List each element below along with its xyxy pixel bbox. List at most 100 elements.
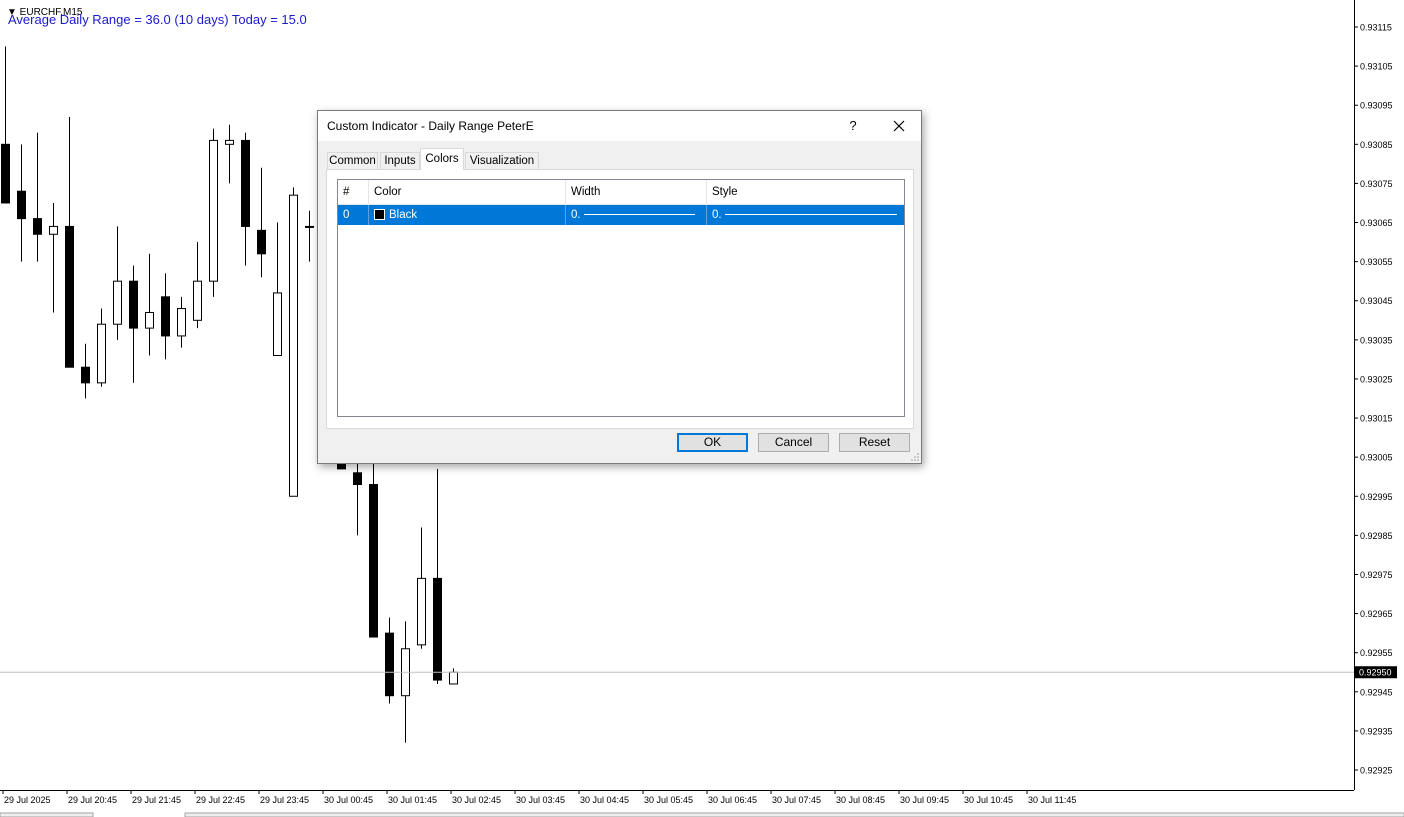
width-cell[interactable]: 0. <box>566 205 707 225</box>
price-tick-label: 0.92925 <box>1360 766 1393 776</box>
time-tick-label: 30 Jul 08:45 <box>836 795 885 805</box>
time-tick-label: 30 Jul 11:45 <box>1028 795 1076 805</box>
width-value: 0. <box>571 209 581 221</box>
time-tick-label: 29 Jul 20:45 <box>68 795 117 805</box>
candle-body-bear <box>369 484 378 638</box>
style-line-sample <box>725 214 897 215</box>
price-tick-label: 0.93015 <box>1360 414 1393 424</box>
candle-body-bull <box>305 225 314 228</box>
price-tick-label: 0.93075 <box>1360 179 1393 189</box>
price-tick-label: 0.93085 <box>1360 140 1393 150</box>
column-header-width[interactable]: Width <box>566 180 707 204</box>
width-line-sample <box>584 214 695 215</box>
dialog-title: Custom Indicator - Daily Range PeterE <box>327 119 534 133</box>
price-tick-label: 0.93035 <box>1360 335 1393 345</box>
candle-body-bull <box>273 292 282 356</box>
style-cell[interactable]: 0. <box>707 205 904 225</box>
price-tick-label: 0.93025 <box>1360 374 1393 384</box>
grid-header: # Color Width Style <box>338 180 904 205</box>
candle-body-bear <box>161 296 170 337</box>
time-tick-label: 30 Jul 06:45 <box>708 795 757 805</box>
candle-body-bear <box>1 143 10 204</box>
bottom-tab-strip[interactable] <box>0 812 94 817</box>
ok-button[interactable]: OK <box>677 433 748 452</box>
time-tick-label: 29 Jul 2025 <box>4 795 51 805</box>
time-tick-label: 30 Jul 10:45 <box>964 795 1013 805</box>
color-name: Black <box>389 209 418 221</box>
price-tick-label: 0.92985 <box>1360 531 1393 541</box>
resize-grip-icon[interactable] <box>911 453 919 461</box>
candle-body-bear <box>33 218 42 235</box>
column-header-style[interactable]: Style <box>707 180 904 204</box>
close-icon <box>893 120 905 132</box>
price-tick-label: 0.92995 <box>1360 492 1393 502</box>
candle-body-bull <box>49 225 58 235</box>
price-tick-label: 0.93105 <box>1360 62 1393 72</box>
price-tick-label: 0.92945 <box>1360 687 1393 697</box>
time-tick-label: 30 Jul 01:45 <box>388 795 437 805</box>
price-tick-label: 0.92935 <box>1360 726 1393 736</box>
candle-body-bear <box>433 577 442 681</box>
candle-body-bull <box>417 577 426 646</box>
candle-body-bull <box>145 311 154 329</box>
color-cell[interactable]: Black <box>369 205 566 225</box>
candle-body-bull <box>449 671 458 685</box>
dialog-titlebar[interactable]: Custom Indicator - Daily Range PeterE ? <box>318 111 921 141</box>
current-price-label: 0.92950 <box>1359 668 1392 678</box>
tab-visualization[interactable]: Visualization <box>465 152 539 169</box>
style-value: 0. <box>712 209 722 221</box>
candle-body-bear <box>257 229 266 255</box>
price-tick-label: 0.93045 <box>1360 296 1393 306</box>
custom-indicator-dialog: Custom Indicator - Daily Range PeterE ? … <box>317 110 922 464</box>
row-index: 0 <box>338 205 369 225</box>
time-tick-label: 30 Jul 03:45 <box>516 795 565 805</box>
tab-common[interactable]: Common <box>327 152 378 169</box>
price-tick-label: 0.93115 <box>1360 23 1392 33</box>
time-tick-label: 29 Jul 22:45 <box>196 795 245 805</box>
candle-body-bull <box>97 323 106 384</box>
price-tick-label: 0.92965 <box>1360 609 1393 619</box>
price-tick-label: 0.92975 <box>1360 570 1393 580</box>
help-button[interactable]: ? <box>843 116 863 136</box>
column-header-color[interactable]: Color <box>369 180 566 204</box>
candle <box>289 187 298 497</box>
bottom-scrollbar[interactable] <box>184 812 1404 817</box>
candle-body-bear <box>241 139 250 227</box>
tab-colors[interactable]: Colors <box>420 148 464 170</box>
colors-grid[interactable]: # Color Width Style 0 Black 0. 0. <box>337 179 905 417</box>
time-tick-label: 30 Jul 05:45 <box>644 795 693 805</box>
candle-body-bull <box>177 308 186 337</box>
price-tick-label: 0.93005 <box>1360 453 1393 463</box>
candle-body-bear <box>129 280 138 329</box>
table-row[interactable]: 0 Black 0. 0. <box>338 205 904 225</box>
cancel-button[interactable]: Cancel <box>758 433 829 452</box>
close-button[interactable] <box>884 114 914 138</box>
time-tick-label: 30 Jul 02:45 <box>452 795 501 805</box>
time-tick-label: 29 Jul 23:45 <box>260 795 309 805</box>
time-tick-label: 30 Jul 00:45 <box>324 795 373 805</box>
time-tick-label: 29 Jul 21:45 <box>132 795 181 805</box>
candle-body-bear <box>81 366 90 384</box>
candle-body-bear <box>385 632 394 697</box>
candle-body-bear <box>17 190 26 220</box>
price-tick-label: 0.93065 <box>1360 218 1393 228</box>
color-swatch <box>374 209 385 220</box>
candle <box>209 128 218 297</box>
candle-body-bull <box>113 280 122 325</box>
candle-body-bear <box>65 225 74 368</box>
time-tick-label: 30 Jul 09:45 <box>900 795 949 805</box>
candle-body-bull <box>289 194 298 497</box>
price-tick-label: 0.92955 <box>1360 648 1393 658</box>
candle-body-bull <box>225 139 234 145</box>
candle-body-bull <box>209 139 218 282</box>
candle-body-bull <box>193 280 202 321</box>
price-tick-label: 0.93095 <box>1360 101 1393 111</box>
price-tick-label: 0.93055 <box>1360 257 1393 267</box>
column-header-index[interactable]: # <box>338 180 369 204</box>
time-tick-label: 30 Jul 07:45 <box>772 795 821 805</box>
tab-inputs[interactable]: Inputs <box>380 152 420 169</box>
reset-button[interactable]: Reset <box>839 433 910 452</box>
time-tick-label: 30 Jul 04:45 <box>580 795 629 805</box>
candle-body-bear <box>353 472 362 486</box>
colors-panel: # Color Width Style 0 Black 0. 0. <box>326 169 914 429</box>
